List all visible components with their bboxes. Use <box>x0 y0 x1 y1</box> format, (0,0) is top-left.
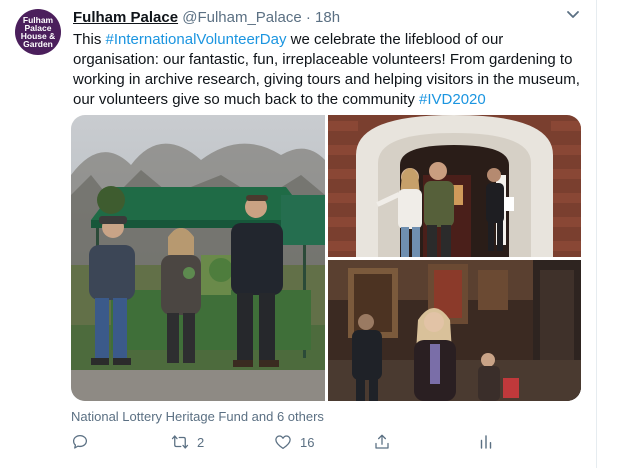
avatar-line: Garden <box>23 39 53 49</box>
photo-volunteers-stall[interactable] <box>71 115 325 401</box>
like-count: 16 <box>300 434 315 450</box>
display-name[interactable]: Fulham Palace <box>73 9 178 26</box>
reply-button[interactable] <box>71 433 97 451</box>
text-segment: This <box>73 31 106 48</box>
tweet-header: Fulham Palace @Fulham_Palace · 18h <box>73 9 340 26</box>
text-segment: we celebrate the lifeblood of our <box>286 31 504 48</box>
retweet-button[interactable]: 2 <box>171 433 204 451</box>
text-segment: our volunteers give so much back to the … <box>73 91 419 108</box>
text-segment: organisation: our fantastic, fun, irrepl… <box>73 51 573 68</box>
retweet-count: 2 <box>197 434 205 450</box>
handle[interactable]: @Fulham_Palace <box>182 9 301 26</box>
avatar[interactable]: Fulham Palace House & Garden <box>15 9 61 55</box>
media-grid <box>71 115 581 401</box>
heart-icon <box>275 435 291 450</box>
analytics-icon <box>480 435 492 449</box>
tweet-text-line: our volunteers give so much back to the … <box>73 90 585 110</box>
action-bar: 2 16 <box>71 433 571 459</box>
tweet[interactable]: Fulham Palace House & Garden Fulham Pala… <box>0 0 596 468</box>
tweet-text-line: This #InternationalVolunteerDay we celeb… <box>73 30 585 50</box>
reply-icon <box>72 434 88 449</box>
photo-museum-interior[interactable] <box>328 260 581 401</box>
text-segment: working in archive research, giving tour… <box>73 71 580 88</box>
tweet-text: This #InternationalVolunteerDay we celeb… <box>73 30 585 110</box>
chevron-down-icon[interactable] <box>565 9 581 21</box>
share-button[interactable] <box>373 433 391 451</box>
column-divider <box>596 0 597 468</box>
tagged-users[interactable]: National Lottery Heritage Fund and 6 oth… <box>71 409 324 424</box>
tweet-text-line: working in archive research, giving tour… <box>73 70 585 90</box>
hashtag-link[interactable]: #IVD2020 <box>419 91 486 108</box>
separator: · <box>305 9 311 26</box>
hashtag-link[interactable]: #InternationalVolunteerDay <box>106 31 287 48</box>
photo-doorway-volunteers[interactable] <box>328 115 581 257</box>
retweet-icon <box>171 435 189 449</box>
tweet-text-line: organisation: our fantastic, fun, irrepl… <box>73 50 585 70</box>
share-icon <box>375 434 389 449</box>
like-button[interactable]: 16 <box>274 433 314 451</box>
analytics-button[interactable] <box>477 433 495 451</box>
timestamp[interactable]: 18h <box>315 9 340 26</box>
